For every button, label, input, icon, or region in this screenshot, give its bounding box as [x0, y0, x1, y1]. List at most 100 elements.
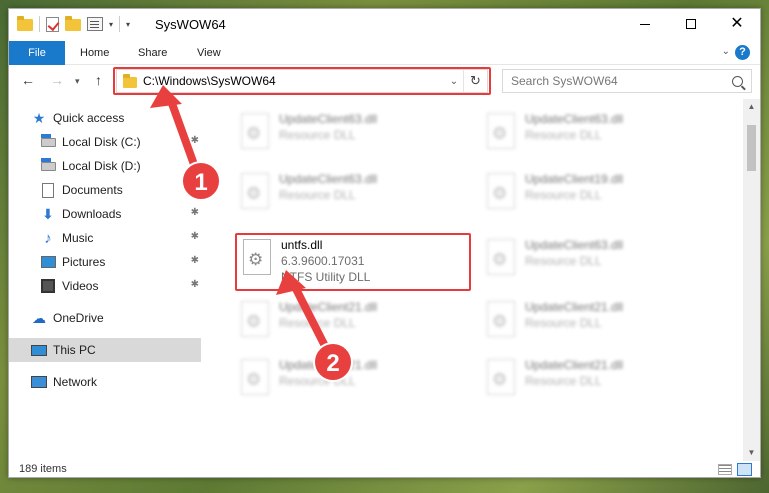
search-input[interactable]: Search SysWOW64	[502, 69, 752, 93]
file-type: Resource DLL	[525, 374, 602, 388]
chevron-down-icon[interactable]: ⌄	[445, 76, 463, 87]
tab-share[interactable]: Share	[124, 41, 181, 65]
maximize-button[interactable]	[668, 9, 714, 39]
pin-icon[interactable]: ✱	[191, 279, 199, 290]
list-item[interactable]: ⚙ UpdateClient21.dll Resource DLL	[481, 355, 721, 407]
documents-icon	[42, 182, 54, 198]
list-item-untfs-dll[interactable]: ⚙ untfs.dll 6.3.9600.17031 NTFS Utility …	[237, 235, 477, 287]
sidebar-item-local-disk-d[interactable]: Local Disk (D:)	[40, 154, 201, 178]
chevron-down-icon[interactable]: ▾	[109, 20, 113, 29]
list-item[interactable]: ⚙ UpdateClient21.dll Resource DLL	[481, 297, 721, 349]
list-item[interactable]: ⚙ UpdateClient21.dll Resource DLL	[235, 355, 475, 407]
sidebar-item-this-pc[interactable]: This PC	[9, 338, 201, 362]
sidebar-item-onedrive[interactable]: ☁ OneDrive	[31, 306, 201, 330]
file-name: UpdateClient63.dll	[279, 172, 378, 186]
dll-file-icon: ⚙	[246, 124, 262, 143]
file-type: Resource DLL	[279, 316, 356, 330]
dll-file-icon: ⚙	[492, 370, 508, 389]
divider	[119, 16, 121, 32]
sidebar-item-label: Local Disk (D:)	[62, 159, 141, 173]
star-icon: ★	[32, 109, 46, 126]
pin-icon[interactable]: ✱	[191, 207, 199, 218]
dll-file-icon: ⚙	[492, 124, 508, 143]
scroll-down-icon[interactable]: ▼	[743, 445, 760, 461]
properties-check-icon[interactable]	[46, 16, 59, 32]
recent-locations-icon[interactable]: ▾	[75, 76, 80, 87]
address-path[interactable]: C:\Windows\SysWOW64	[143, 74, 445, 88]
dll-file-icon: ⚙	[492, 250, 508, 269]
file-name: UpdateClient21.dll	[525, 300, 624, 314]
dll-file-icon: ⚙	[246, 312, 262, 331]
list-item[interactable]: ⚙ UpdateClient63.dll Resource DLL	[235, 109, 475, 161]
vertical-scrollbar[interactable]: ▲ ▼	[743, 99, 760, 461]
list-item[interactable]: ⚙ UpdateClient19.dll Resource DLL	[481, 169, 721, 221]
file-type: Resource DLL	[525, 128, 602, 142]
sidebar-item-music[interactable]: ♪ Music ✱	[40, 226, 201, 250]
sidebar-item-local-disk-c[interactable]: Local Disk (C:) ✱	[40, 130, 201, 154]
sidebar-item-label: OneDrive	[53, 311, 104, 325]
pin-icon[interactable]: ✱	[191, 231, 199, 242]
up-arrow-icon[interactable]: ↑	[95, 72, 102, 88]
file-name: UpdateClient63.dll	[279, 112, 378, 126]
refresh-icon[interactable]: ↻	[463, 70, 487, 92]
file-type: Resource DLL	[279, 374, 356, 388]
file-version: 6.3.9600.17031	[281, 254, 365, 268]
sidebar-item-label: Music	[62, 231, 94, 245]
sidebar-item-videos[interactable]: Videos ✱	[40, 274, 201, 298]
help-icon[interactable]: ?	[735, 45, 750, 60]
list-item[interactable]: ⚙ UpdateClient63.dll Resource DLL	[481, 109, 721, 161]
file-name: UpdateClient63.dll	[525, 112, 624, 126]
sidebar-item-documents[interactable]: Documents	[40, 178, 201, 202]
minimize-button[interactable]	[622, 9, 668, 39]
customize-toolbar-icon[interactable]: ▾	[126, 20, 130, 29]
navigation-pane: ★ Quick access Local Disk (C:) ✱ Local D…	[9, 99, 207, 459]
sidebar-item-pictures[interactable]: Pictures ✱	[40, 250, 201, 274]
list-item[interactable]: ⚙ UpdateClient21.dll Resource DLL	[235, 297, 475, 349]
onedrive-icon: ☁	[32, 309, 46, 326]
address-bar[interactable]: C:\Windows\SysWOW64 ⌄ ↻	[116, 69, 488, 93]
minimize-icon	[640, 23, 650, 25]
sidebar-item-network[interactable]: Network	[31, 370, 201, 394]
dll-file-icon: ⚙	[492, 312, 508, 331]
disk-icon	[40, 157, 56, 171]
sidebar-item-label: This PC	[53, 343, 96, 357]
scroll-up-icon[interactable]: ▲	[743, 99, 760, 115]
sidebar-item-label: Downloads	[62, 207, 122, 221]
this-pc-icon	[31, 344, 47, 356]
sidebar-item-label: Quick access	[53, 111, 125, 125]
sidebar-item-downloads[interactable]: ⬇ Downloads ✱	[40, 202, 201, 226]
properties-list-icon[interactable]	[87, 17, 103, 31]
tab-view[interactable]: View	[183, 41, 235, 65]
sidebar-item-quick-access[interactable]: ★ Quick access	[31, 106, 223, 130]
videos-icon	[41, 279, 55, 293]
item-count: 189 items	[19, 463, 67, 475]
file-type: Resource DLL	[525, 188, 602, 202]
window-title: SysWOW64	[155, 17, 226, 32]
disk-icon	[40, 133, 56, 147]
details-view-icon[interactable]	[718, 464, 732, 475]
dll-file-icon: ⚙	[246, 184, 262, 203]
scrollbar-thumb[interactable]	[747, 125, 756, 171]
dll-file-icon: ⚙	[492, 184, 508, 203]
expand-ribbon-icon[interactable]: ⌄	[722, 46, 730, 57]
maximize-icon	[686, 19, 696, 29]
folder-icon	[123, 73, 137, 88]
list-item[interactable]: ⚙ UpdateClient63.dll Resource DLL	[481, 235, 721, 287]
back-arrow-icon[interactable]: ←	[21, 72, 35, 88]
sidebar-item-label: Documents	[62, 183, 123, 197]
pin-icon[interactable]: ✱	[191, 135, 199, 146]
close-button[interactable]: ✕	[714, 9, 760, 39]
file-type: Resource DLL	[525, 316, 602, 330]
list-item[interactable]: ⚙ UpdateClient63.dll Resource DLL	[235, 169, 475, 221]
pictures-icon	[40, 256, 56, 268]
file-type: Resource DLL	[279, 188, 356, 202]
tab-file[interactable]: File	[9, 41, 65, 65]
tab-home[interactable]: Home	[66, 41, 123, 65]
sidebar-item-label: Network	[53, 375, 98, 389]
sidebar-item-label: Pictures	[62, 255, 106, 269]
divider	[39, 16, 40, 32]
new-folder-icon[interactable]	[65, 16, 81, 31]
pin-icon[interactable]: ✱	[191, 255, 199, 266]
large-icons-view-icon[interactable]	[737, 463, 752, 476]
forward-arrow-icon[interactable]: →	[50, 72, 64, 88]
